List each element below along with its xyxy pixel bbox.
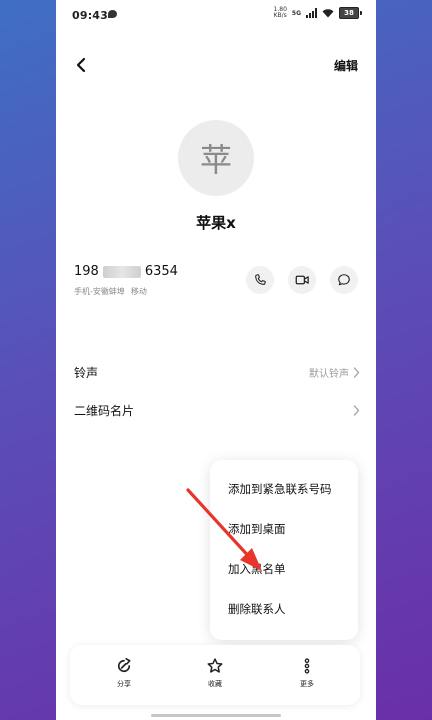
share-button[interactable]: 分享 <box>94 657 154 697</box>
video-camera-icon <box>295 275 309 285</box>
more-vertical-icon <box>304 658 310 674</box>
more-button[interactable]: 更多 <box>277 657 337 697</box>
status-icons: 1.80 KB/s 5G 38 <box>274 7 362 19</box>
menu-item-add-emergency-contact[interactable]: 添加到紧急联系号码 <box>228 481 332 497</box>
signal-icon <box>306 8 317 18</box>
ringtone-label: 铃声 <box>74 365 99 380</box>
chevron-right-icon <box>353 404 360 416</box>
carrier: 移动 <box>130 287 147 296</box>
redacted-digits <box>102 265 141 278</box>
favorite-button[interactable]: 收藏 <box>185 657 245 697</box>
share-icon <box>117 658 131 673</box>
phone-number: 198 6354 <box>74 264 178 279</box>
qr-code-card-row[interactable]: 二维码名片 <box>74 398 360 422</box>
contact-detail-screen: 09:43 1.80 KB/s 5G 38 编辑 苹 苹果x 198 6354 … <box>56 0 376 720</box>
bottom-action-bar: 分享 收藏 更多 <box>70 645 360 705</box>
phone-number-suffix: 6354 <box>144 264 178 279</box>
status-bar: 09:43 1.80 KB/s 5G 38 <box>56 0 376 30</box>
more-options-menu: 添加到紧急联系号码 添加到桌面 加入黑名单 删除联系人 <box>210 460 358 640</box>
menu-item-add-to-blacklist[interactable]: 加入黑名单 <box>228 561 286 577</box>
edit-button[interactable]: 编辑 <box>334 57 358 74</box>
favorite-label: 收藏 <box>208 680 222 688</box>
battery-icon: 38 <box>339 7 362 19</box>
contact-name: 苹果x <box>196 214 236 232</box>
phone-location-info: 手机-安徽蚌埠 移动 <box>74 286 147 297</box>
chevron-left-icon <box>76 57 86 73</box>
chevron-right-icon <box>353 366 360 378</box>
phone-number-row[interactable]: 198 6354 手机-安徽蚌埠 移动 <box>74 262 364 302</box>
phone-type-location: 手机-安徽蚌埠 <box>74 287 125 296</box>
status-time: 09:43 <box>72 9 109 22</box>
avatar: 苹 <box>178 120 254 196</box>
wifi-icon <box>322 8 334 18</box>
qr-code-card-label: 二维码名片 <box>74 403 135 418</box>
message-notification-icon <box>108 10 117 18</box>
star-icon <box>207 658 223 673</box>
menu-item-delete-contact[interactable]: 删除联系人 <box>228 601 286 617</box>
back-button[interactable] <box>70 54 92 76</box>
chat-bubble-icon <box>338 274 350 286</box>
share-label: 分享 <box>117 680 131 688</box>
menu-item-add-to-desktop[interactable]: 添加到桌面 <box>228 521 286 537</box>
network-type: 5G <box>291 9 301 17</box>
more-label: 更多 <box>300 680 314 688</box>
home-indicator[interactable] <box>151 714 281 717</box>
ringtone-value: 默认铃声 <box>309 368 349 380</box>
phone-number-prefix: 198 <box>74 264 99 279</box>
network-speed: 1.80 KB/s <box>273 6 287 19</box>
video-call-button[interactable] <box>288 266 316 294</box>
call-button[interactable] <box>246 266 274 294</box>
phone-icon <box>255 274 266 285</box>
ringtone-row[interactable]: 铃声 默认铃声 <box>74 360 360 384</box>
message-button[interactable] <box>330 266 358 294</box>
